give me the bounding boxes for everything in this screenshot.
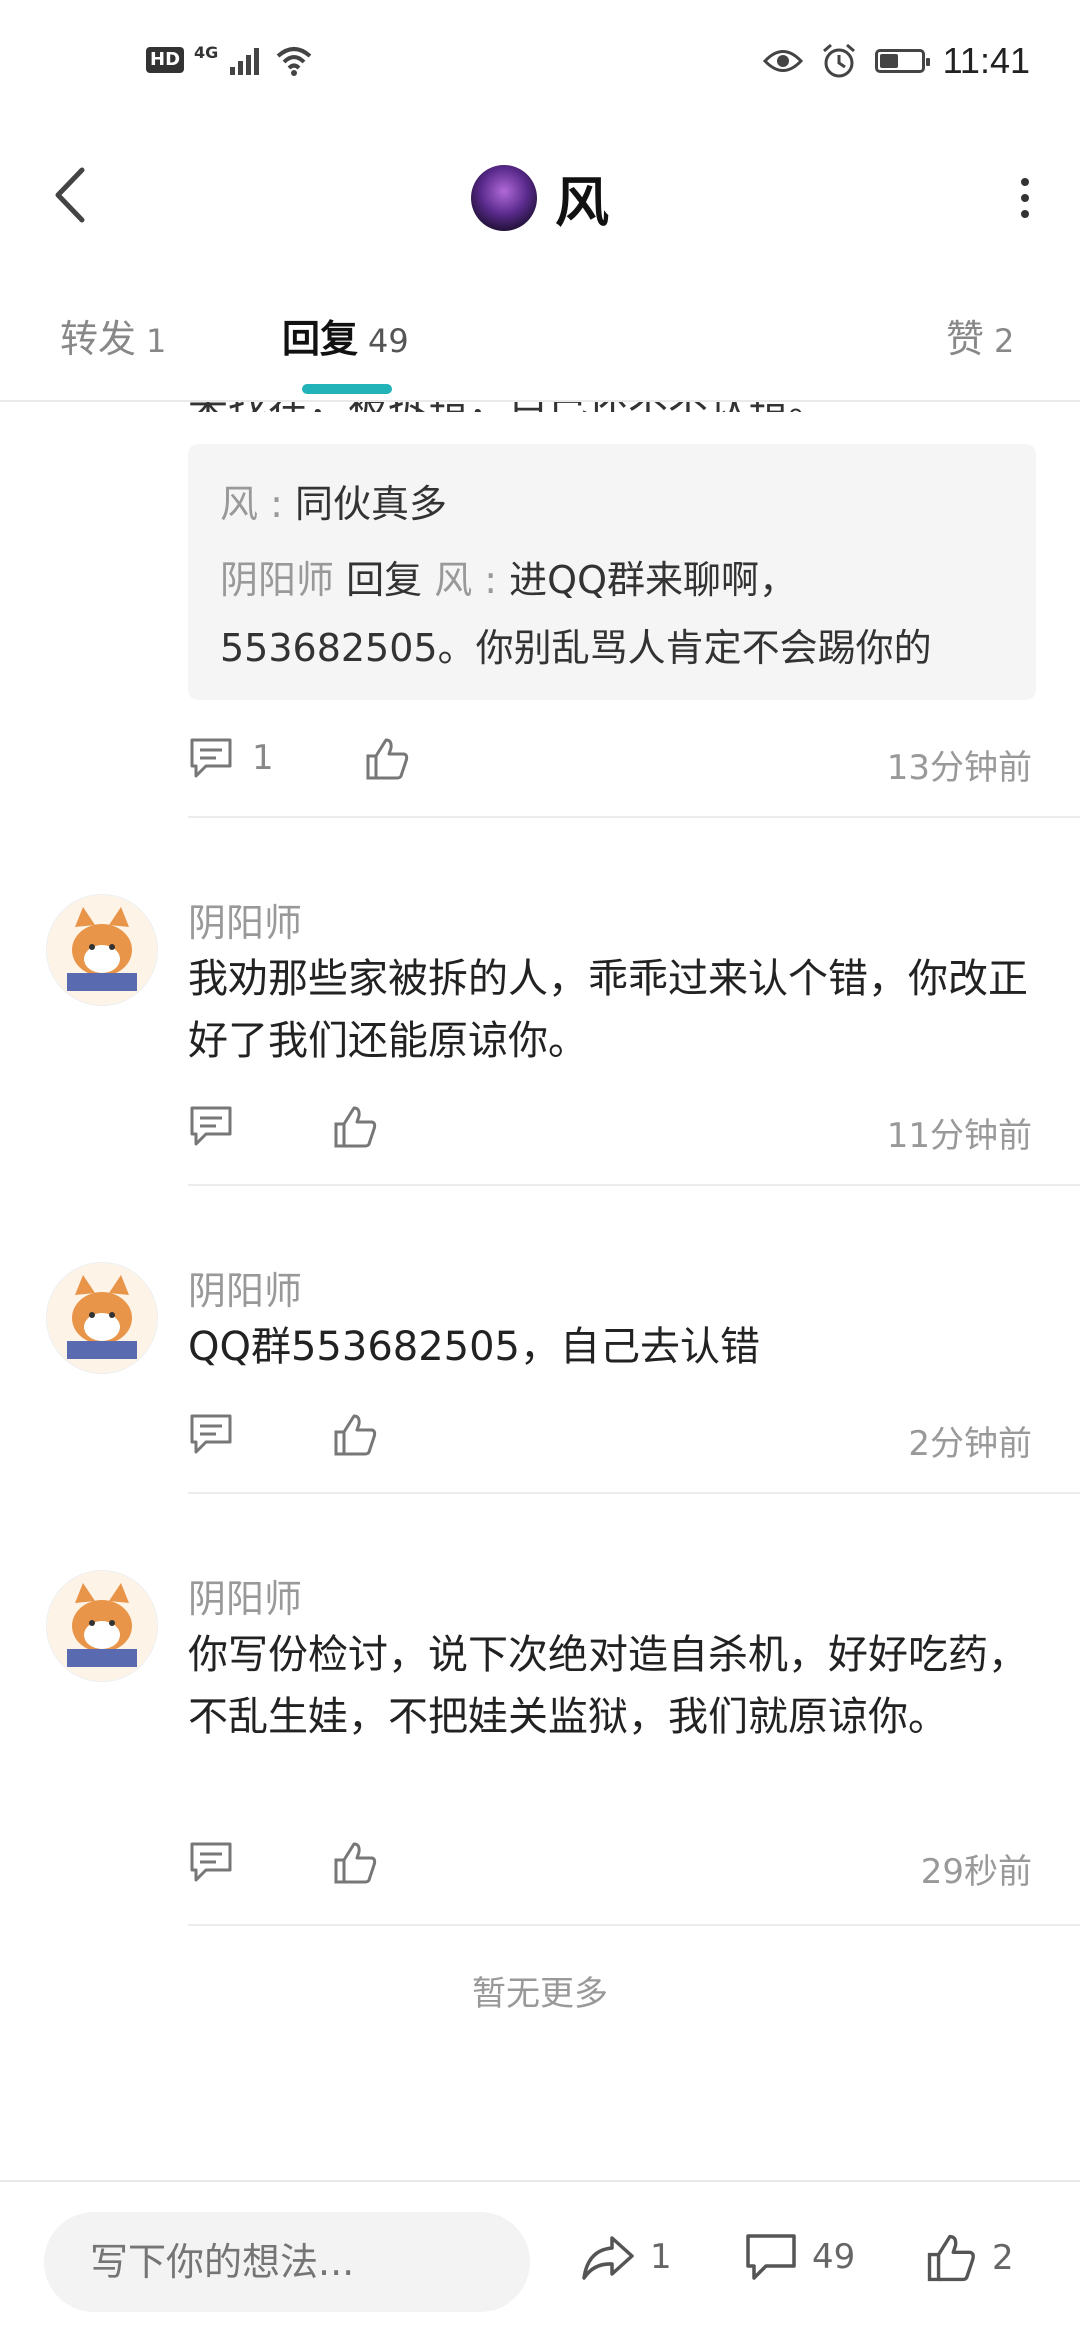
wifi-icon (276, 47, 312, 76)
reply-target[interactable]: 风 (434, 558, 472, 602)
clock: 11:41 (942, 40, 1030, 81)
comment-actions: 2分钟前 (188, 1408, 1036, 1468)
thumbs-up-icon[interactable] (332, 1104, 378, 1150)
comment-count: 49 (812, 2237, 856, 2277)
signal-icon (230, 48, 260, 75)
comment-text: 你写份检讨，说下次绝对造自杀机，好好吃药，不乱生娃，不把娃关监狱，我们就原谅你。 (188, 1632, 1028, 1740)
tab-label: 转发 (60, 317, 137, 361)
share-icon (582, 2236, 634, 2280)
timestamp: 11分钟前 (886, 1116, 1032, 1156)
comment-icon[interactable] (188, 1104, 234, 1148)
page-title: 风 (555, 171, 609, 234)
comment-text: QQ群553682505，自己去认错 (188, 1324, 761, 1370)
thumbs-up-icon[interactable] (332, 1840, 378, 1886)
divider (188, 1924, 1080, 1926)
comment-text: 我劝那些家被拆的人，乖乖过来认个错，你改正好了我们还能原谅你。 (188, 956, 1028, 1064)
status-bar: HD 4G 11:41 (0, 0, 1080, 130)
reply-count: 1 (252, 738, 274, 778)
avatar[interactable] (46, 894, 158, 1006)
tab-count: 2 (994, 322, 1015, 360)
divider (188, 1184, 1080, 1186)
comment-author[interactable]: 阴阳师 (188, 892, 302, 947)
avatar[interactable] (46, 1262, 158, 1374)
tab-count: 49 (368, 322, 409, 360)
comment-icon (190, 738, 232, 778)
tab-reposts[interactable]: 转发 1 (60, 308, 166, 363)
active-tab-indicator (302, 384, 392, 394)
comment-author[interactable]: 阴阳师 (188, 1568, 302, 1623)
avatar[interactable] (46, 1570, 158, 1682)
top-app-bar: 风 (0, 130, 1080, 260)
tab-label: 回复 (282, 317, 359, 361)
divider (188, 816, 1080, 818)
timestamp: 29秒前 (920, 1852, 1032, 1892)
thumbs-up-icon[interactable] (332, 1412, 378, 1458)
separator: : (472, 558, 510, 602)
thumbs-up-icon[interactable] (364, 736, 410, 782)
tab-bar: 转发 1 回复 49 赞2 (0, 290, 1080, 402)
battery-icon (874, 49, 930, 73)
like-button[interactable]: 2 (924, 2232, 1014, 2284)
separator: : (258, 482, 295, 526)
quoted-text: 进QQ群来聊啊， (509, 558, 797, 602)
timestamp: 2分钟前 (908, 1424, 1032, 1464)
comment-actions: 11分钟前 (188, 1100, 1036, 1160)
thumbs-up-icon (927, 2234, 975, 2282)
comment-icon (746, 2234, 796, 2280)
no-more-label: 暂无更多 (472, 1974, 608, 2014)
avatar[interactable] (471, 164, 537, 231)
divider (188, 1492, 1080, 1494)
quoted-username[interactable]: 阴阳师 (220, 558, 334, 602)
tab-likes[interactable]: 赞2 (946, 308, 1014, 363)
more-vertical-icon[interactable] (1010, 170, 1040, 220)
comment-author[interactable]: 阴阳师 (188, 1260, 302, 1315)
tab-count: 1 (146, 322, 167, 360)
comment-actions: 1 13分钟前 (188, 732, 1036, 792)
tab-replies[interactable]: 回复 49 (282, 308, 409, 363)
comment-icon[interactable] (188, 1412, 234, 1456)
reply-word: 回复 (334, 558, 435, 602)
timestamp: 13分钟前 (886, 748, 1032, 788)
alarm-icon (822, 43, 855, 78)
reply-button[interactable]: 1 (188, 736, 274, 780)
comment-input[interactable] (44, 2212, 530, 2312)
comment-actions: 29秒前 (188, 1836, 1036, 1896)
share-button[interactable]: 1 (580, 2232, 672, 2282)
quoted-username[interactable]: 风 (220, 482, 258, 526)
quoted-reply-1: 风 : 同伙真多 (220, 466, 1004, 542)
network-type: 4G (194, 42, 219, 62)
comment-icon[interactable] (188, 1840, 234, 1884)
share-count: 1 (650, 2237, 672, 2277)
quoted-reply-2: 阴阳师 回复 风 : 进QQ群来聊啊， (220, 542, 1004, 618)
tab-label: 赞 (946, 317, 985, 361)
quoted-replies[interactable]: 风 : 同伙真多 阴阳师 回复 风 : 进QQ群来聊啊， 553682505。你… (188, 444, 1036, 700)
eye-icon (762, 50, 803, 72)
like-count: 2 (992, 2238, 1014, 2278)
comments-button[interactable]: 49 (744, 2232, 855, 2282)
hd-badge: HD (146, 47, 185, 73)
quoted-text-continued: 553682505。你别乱骂人肯定不会踢你的 (220, 626, 932, 670)
bottom-action-bar: 1 49 2 (0, 2180, 1080, 2342)
quoted-text: 同伙真多 (294, 482, 447, 526)
